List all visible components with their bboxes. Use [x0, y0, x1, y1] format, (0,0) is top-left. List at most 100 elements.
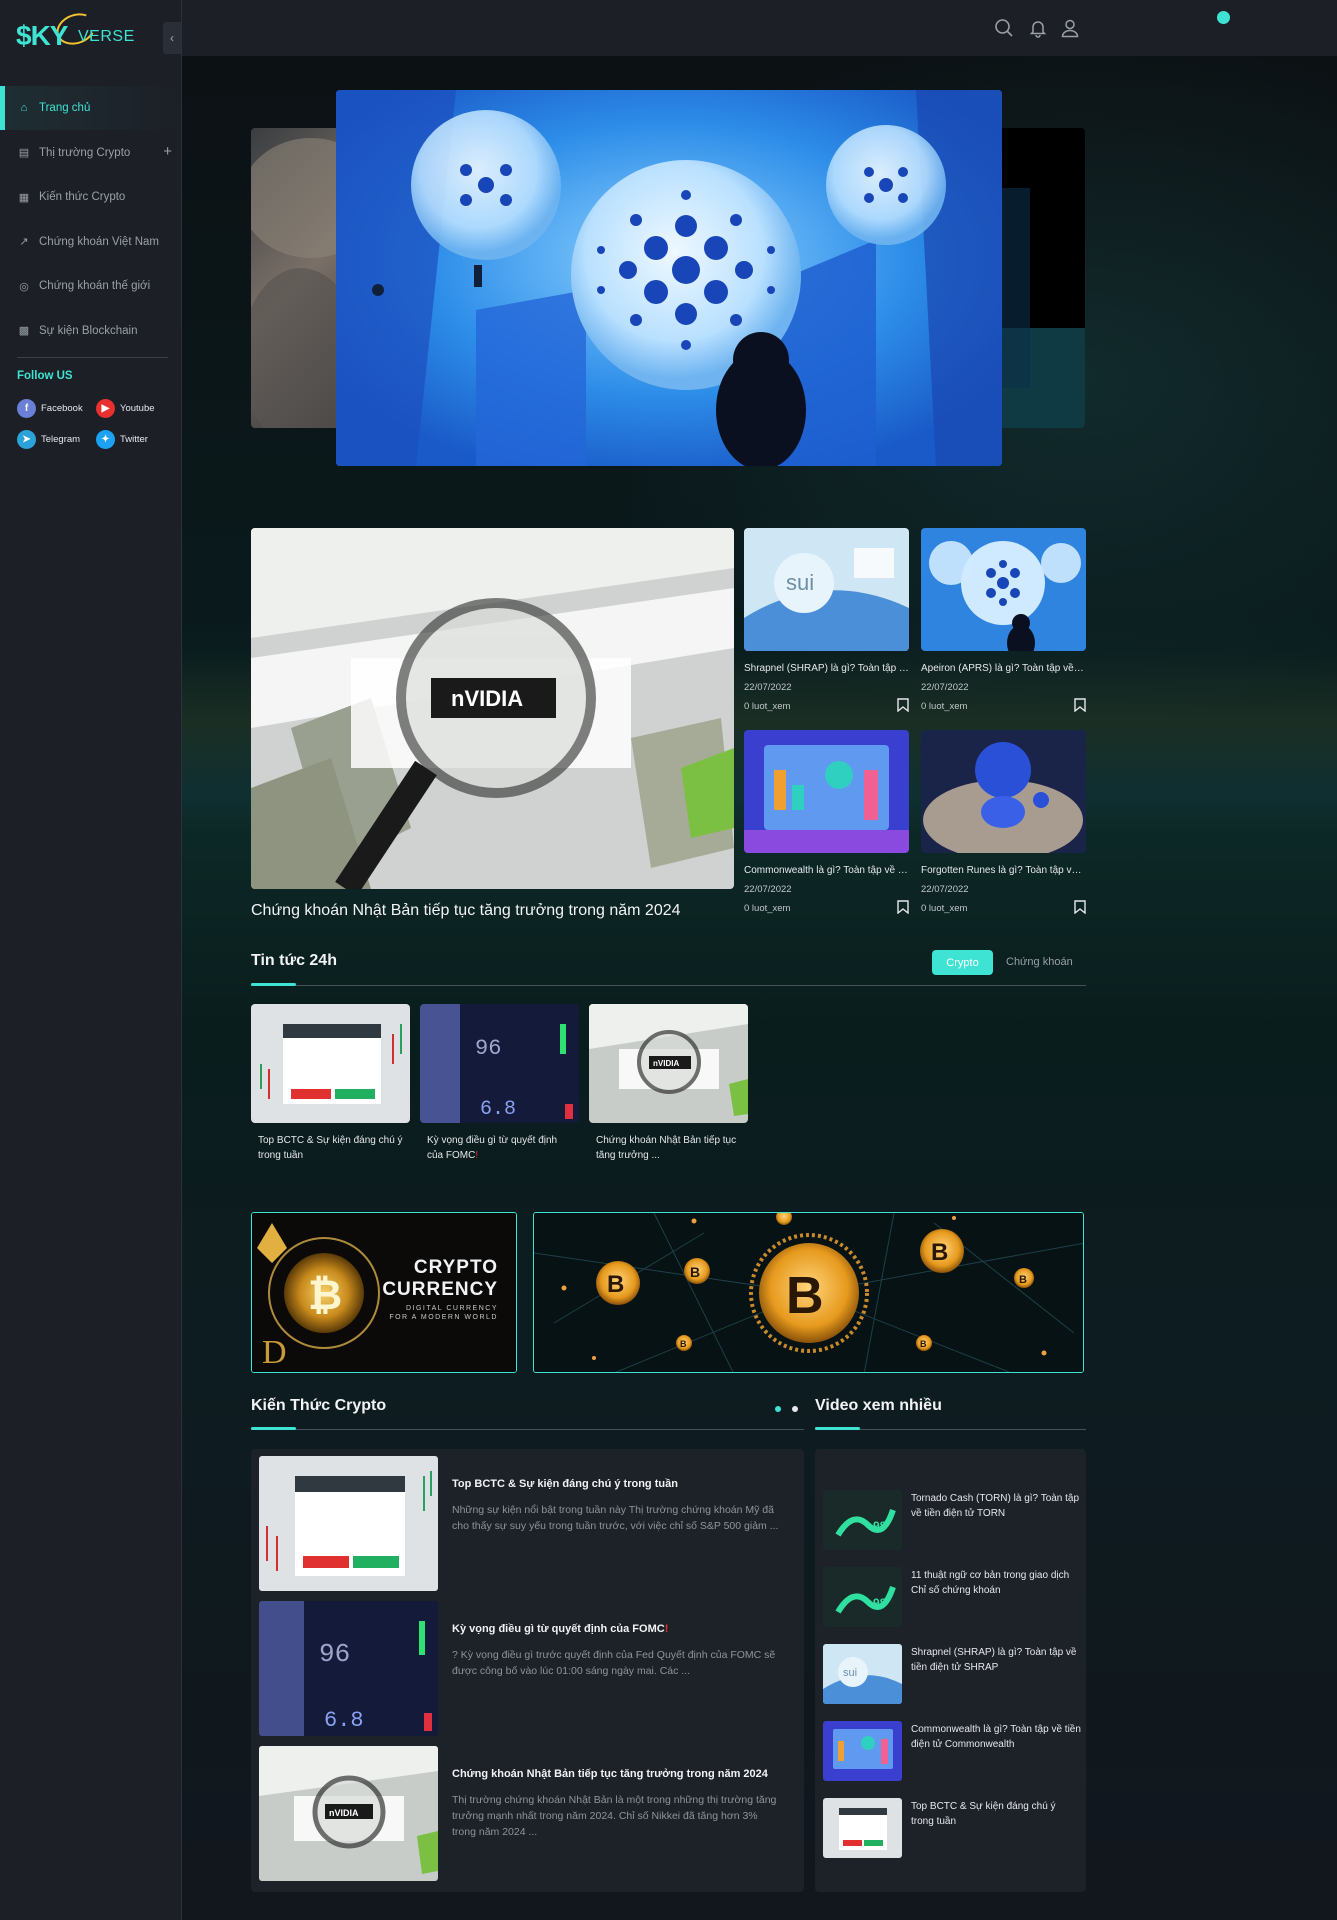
sidebar-item-vn-stocks[interactable]: ↗ Chứng khoán Việt Nam — [0, 220, 182, 264]
search-icon[interactable] — [994, 18, 1014, 38]
svg-text:B: B — [786, 1267, 824, 1325]
news-card[interactable]: 96 6.8 Kỳ vọng điều gì từ quyết định của … — [420, 1004, 579, 1163]
featured-card[interactable]: sui Shrapnel (SHRAP) là gì? Toàn tập về … — [744, 528, 909, 712]
knowledge-article[interactable]: nVIDIA Chứng khoán Nhật Bản tiếp tục tăn… — [259, 1746, 789, 1881]
card-date: 22/07/2022 — [921, 884, 969, 895]
card-title[interactable]: Forgotten Runes là gì? Toàn tập về tiền … — [921, 865, 1086, 876]
video-thumbnail[interactable] — [823, 1798, 902, 1858]
news-thumbnail[interactable] — [251, 1004, 410, 1123]
featured-card[interactable]: Commonwealth là gì? Toàn tập về tiền điệ… — [744, 730, 909, 914]
knowledge-title: Kiến Thức Crypto — [251, 1397, 387, 1414]
carousel-dot[interactable] — [792, 1406, 798, 1412]
section-accent — [251, 983, 296, 986]
section-accent — [815, 1427, 860, 1430]
bookmark-icon[interactable] — [897, 698, 909, 712]
videos-title: Video xem nhiều — [815, 1397, 942, 1414]
card-title[interactable]: Commonwealth là gì? Toàn tập về tiền điệ… — [744, 865, 909, 876]
chevron-left-icon: ‹ — [170, 31, 174, 45]
news-card[interactable]: nVIDIA Chứng khoán Nhật Bản tiếp tục tăn… — [589, 1004, 748, 1163]
featured-main-image[interactable]: nVIDIA — [251, 528, 734, 889]
video-item[interactable]: 98 11 thuật ngữ cơ bản trong giao dịch C… — [823, 1567, 1083, 1627]
svg-text:B: B — [920, 1339, 927, 1349]
facebook-link[interactable]: f Facebook — [17, 399, 83, 418]
article-title[interactable]: Top BCTC & Sự kiện đáng chú ý trong tuần — [452, 1478, 678, 1490]
video-item[interactable]: Commonwealth là gì? Toàn tập về tiền điệ… — [823, 1721, 1083, 1781]
news-title[interactable]: Top BCTC & Sự kiện đáng chú ý trong tuần — [251, 1133, 410, 1163]
card-thumbnail[interactable] — [921, 528, 1086, 651]
card-thumbnail[interactable]: sui — [744, 528, 909, 651]
article-thumbnail[interactable]: 96 6.8 — [259, 1601, 438, 1736]
sidebar-item-home[interactable]: ⌂ Trang chủ — [0, 86, 182, 130]
news-title[interactable]: Chứng khoán Nhật Bản tiếp tục tăng trưởn… — [589, 1133, 748, 1163]
carousel-dot-active[interactable] — [775, 1406, 781, 1412]
sidebar-item-crypto-market[interactable]: ▤ Thị trường Crypto + — [0, 131, 182, 175]
bookmark-icon[interactable] — [1074, 900, 1086, 914]
hero-slide-main[interactable] — [336, 90, 1002, 466]
article-thumbnail[interactable]: nVIDIA — [259, 1746, 438, 1881]
video-title[interactable]: Shrapnel (SHRAP) là gì? Toàn tập về tiền… — [911, 1646, 1081, 1675]
tab-chung-khoan[interactable]: Chứng khoán — [1006, 956, 1073, 968]
sidebar-collapse-button[interactable]: ‹ — [163, 22, 181, 54]
telegram-link[interactable]: ➤ Telegram — [17, 430, 80, 449]
card-date: 22/07/2022 — [744, 884, 792, 895]
topbar — [182, 0, 1337, 56]
banner-line2: CURRENCY — [382, 1279, 498, 1300]
knowledge-article[interactable]: Top BCTC & Sự kiện đáng chú ý trong tuần… — [259, 1456, 789, 1591]
news-thumbnail[interactable]: nVIDIA — [589, 1004, 748, 1123]
building-icon: ▦ — [18, 191, 30, 204]
twitter-link[interactable]: ✦ Twitter — [96, 430, 148, 449]
video-thumbnail[interactable]: 98 — [823, 1567, 902, 1627]
sidebar-item-label: Chứng khoán Việt Nam — [39, 235, 159, 248]
card-thumbnail[interactable] — [744, 730, 909, 853]
trend-icon: ↗ — [19, 236, 29, 249]
youtube-link[interactable]: ▶ Youtube — [96, 399, 155, 418]
article-title[interactable]: Kỳ vọng điều gì từ quyết định của FOMC! — [452, 1623, 668, 1635]
news-title[interactable]: Kỳ vọng điều gì từ quyết định của FOMC! — [420, 1133, 579, 1163]
card-thumbnail[interactable] — [921, 730, 1086, 853]
video-item[interactable]: 98 Tornado Cash (TORN) là gì? Toàn tập v… — [823, 1490, 1083, 1550]
exclamation-mark: ! — [475, 1150, 479, 1161]
video-title[interactable]: Commonwealth là gì? Toàn tập về tiền điệ… — [911, 1723, 1081, 1752]
card-views: 0 luot_xem — [744, 903, 791, 914]
sidebar-item-label: Thị trường Crypto — [39, 146, 131, 159]
video-title[interactable]: Top BCTC & Sự kiện đáng chú ý trong tuần — [911, 1800, 1081, 1829]
svg-text:nVIDIA: nVIDIA — [451, 686, 523, 711]
bookmark-icon[interactable] — [1074, 698, 1086, 712]
video-item[interactable]: sui Shrapnel (SHRAP) là gì? Toàn tập về … — [823, 1644, 1083, 1704]
crypto-currency-banner[interactable]: ₿ D CRYPTO CURRENCY DIGITAL CURRENCY FOR… — [251, 1212, 517, 1373]
expand-plus-icon[interactable]: + — [163, 143, 172, 160]
sidebar-item-crypto-knowledge[interactable]: ▦ Kiến thức Crypto — [0, 175, 182, 219]
bell-icon[interactable] — [1028, 18, 1048, 38]
news-card[interactable]: Top BCTC & Sự kiện đáng chú ý trong tuần — [251, 1004, 410, 1163]
svg-text:B: B — [690, 1264, 700, 1280]
article-thumbnail[interactable] — [259, 1456, 438, 1591]
sidebar-item-blockchain-events[interactable]: ▩ Sự kiện Blockchain — [0, 309, 182, 353]
knowledge-article[interactable]: 96 6.8 Kỳ vọng điều gì từ quyết định của … — [259, 1601, 789, 1736]
sidebar-item-world-stocks[interactable]: ◎ Chứng khoán thế giới — [0, 264, 182, 308]
featured-card[interactable]: Forgotten Runes là gì? Toàn tập về tiền … — [921, 730, 1086, 914]
card-title[interactable]: Apeiron (APRS) là gì? Toàn tập về tiền đ… — [921, 663, 1086, 674]
bitcoin-network-banner[interactable]: B B B B B B B — [533, 1212, 1084, 1373]
hero-slide-next[interactable] — [990, 128, 1085, 428]
bookmark-icon[interactable] — [897, 900, 909, 914]
article-description: ? Kỳ vọng điều gì trước quyết định của F… — [452, 1649, 776, 1677]
video-thumbnail[interactable] — [823, 1721, 902, 1781]
banner-line1: CRYPTO — [413, 1257, 498, 1278]
news24h-title: Tin tức 24h — [251, 952, 337, 969]
user-icon[interactable] — [1060, 18, 1080, 38]
telegram-icon: ➤ — [17, 430, 36, 449]
video-title[interactable]: 11 thuật ngữ cơ bản trong giao dịch Chỉ … — [911, 1569, 1081, 1598]
article-title[interactable]: Chứng khoán Nhật Bản tiếp tục tăng trưởn… — [452, 1768, 768, 1780]
video-item[interactable]: Top BCTC & Sự kiện đáng chú ý trong tuần — [823, 1798, 1083, 1858]
featured-main-title[interactable]: Chứng khoán Nhật Bản tiếp tục tăng trưởn… — [251, 902, 681, 920]
video-thumbnail[interactable]: 98 — [823, 1490, 902, 1550]
featured-card[interactable]: Apeiron (APRS) là gì? Toàn tập về tiền đ… — [921, 528, 1086, 712]
video-title[interactable]: Tornado Cash (TORN) là gì? Toàn tập về t… — [911, 1492, 1081, 1521]
logo-verse-text: VERSE — [78, 28, 135, 45]
banner-line4: FOR A MODERN WORLD — [389, 1314, 498, 1321]
news-thumbnail[interactable]: 96 6.8 — [420, 1004, 579, 1123]
video-thumbnail[interactable]: sui — [823, 1644, 902, 1704]
tab-crypto[interactable]: Crypto — [932, 950, 993, 975]
logo[interactable]: $KY VERSE — [16, 8, 134, 52]
card-title[interactable]: Shrapnel (SHRAP) là gì? Toàn tập về tiền… — [744, 663, 909, 674]
